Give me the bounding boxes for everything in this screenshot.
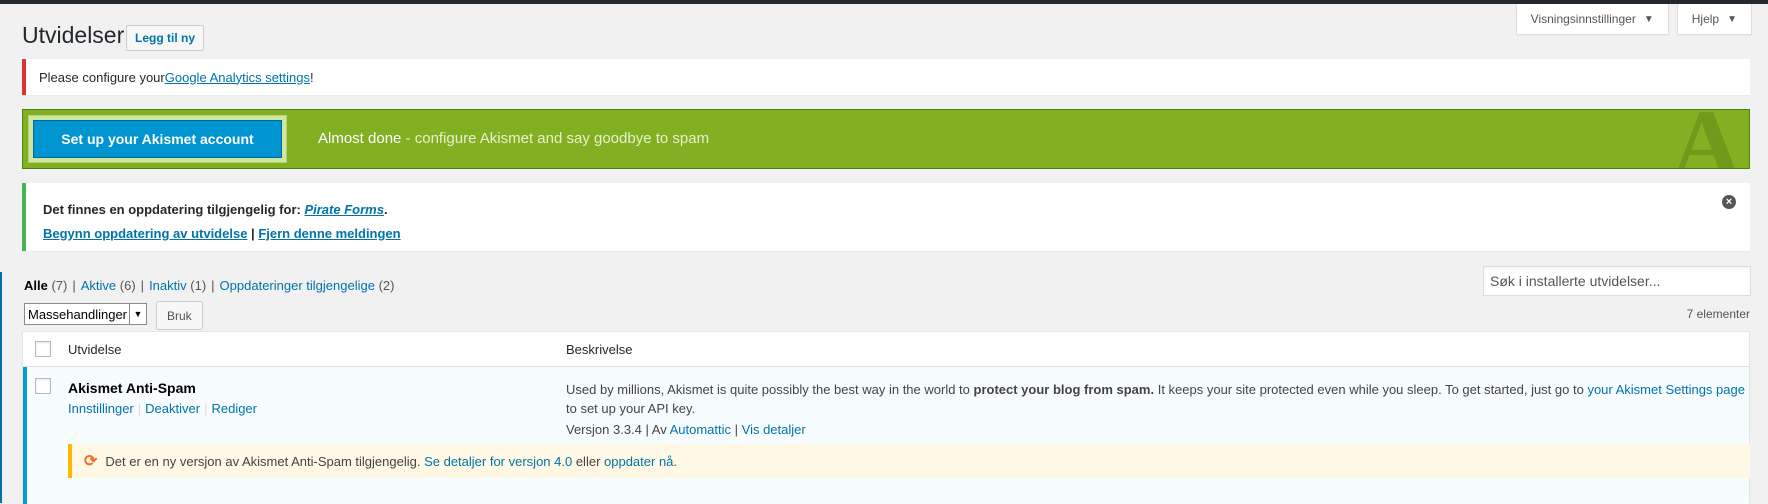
- filter-all[interactable]: Alle (7): [24, 278, 67, 293]
- akismet-settings-link[interactable]: your Akismet Settings page: [1587, 382, 1745, 397]
- edit-link[interactable]: Rediger: [211, 401, 257, 416]
- filter-inactive-count: (1): [190, 278, 207, 293]
- akismet-button-frame: Set up your Akismet account: [28, 115, 287, 163]
- view-details-link[interactable]: Vis detaljer: [742, 422, 806, 437]
- filter-inactive-label: Inaktiv: [149, 278, 187, 293]
- akismet-text-bold: Almost done: [318, 130, 402, 147]
- page-title: Utvidelser: [22, 22, 125, 48]
- update-text-1: Det er en ny versjon av Akismet Anti-Spa…: [105, 453, 421, 469]
- update-notice-text: Det finnes en oppdatering tilgjengelig f…: [43, 202, 388, 217]
- table-header: Utvidelse Beskrivelse: [23, 332, 1749, 367]
- plugin-description: Used by millions, Akismet is quite possi…: [566, 380, 1746, 418]
- select-all-checkbox[interactable]: [35, 341, 51, 357]
- caret-down-icon: ▼: [1643, 13, 1654, 25]
- apply-button[interactable]: Bruk: [156, 301, 203, 330]
- ga-notice-prefix: Please configure your: [39, 69, 165, 85]
- ga-settings-link[interactable]: Google Analytics settings: [165, 70, 310, 85]
- akismet-setup-button[interactable]: Set up your Akismet account: [33, 120, 282, 158]
- plugin-version: Versjon 3.3.4: [566, 422, 642, 437]
- help-button[interactable]: Hjelp ▼: [1676, 4, 1752, 35]
- filter-updates-label: Oppdateringer tilgjengelige: [219, 278, 375, 293]
- desc-bold: protect your blog from spam.: [973, 382, 1155, 397]
- begin-update-link[interactable]: Begynn oppdatering av utvidelse: [43, 226, 247, 241]
- add-new-button[interactable]: Legg til ny: [126, 25, 204, 51]
- ga-notice: Please configure your Google Analytics s…: [22, 59, 1750, 95]
- screen-meta: Visningsinnstillinger ▼ Hjelp ▼: [1515, 4, 1752, 35]
- caret-down-icon: ▼: [1727, 13, 1737, 25]
- akismet-text-rest: - configure Akismet and say goodbye to s…: [401, 130, 710, 147]
- update-notice-sep: |: [247, 226, 259, 241]
- action-separator: |: [204, 401, 208, 416]
- desc-text-2: It keeps your site protected even while …: [1154, 382, 1588, 397]
- desc-text-1: Used by millions, Akismet is quite possi…: [566, 382, 974, 397]
- dismiss-icon[interactable]: ×: [1722, 195, 1736, 209]
- filter-active[interactable]: Aktive (6): [81, 278, 136, 293]
- action-separator: |: [137, 401, 142, 416]
- plugin-actions: Innstillinger | Deaktiver | Rediger: [68, 401, 257, 416]
- ga-notice-suffix: !: [310, 69, 314, 85]
- meta-separator: |: [731, 422, 742, 437]
- screen-options-button[interactable]: Visningsinnstillinger ▼: [1515, 4, 1669, 35]
- update-notice: Det finnes en oppdatering tilgjengelig f…: [22, 183, 1750, 251]
- plugin-filters: Alle (7) | Aktive (6) | Inaktiv (1) | Oppdater…: [24, 278, 394, 293]
- filter-updates-count: (2): [378, 278, 395, 293]
- pirate-forms-link[interactable]: Pirate Forms: [304, 202, 383, 217]
- help-label: Hjelp: [1691, 12, 1720, 26]
- akismet-logo-icon: A: [1671, 109, 1741, 169]
- update-notice-prefix: Det finnes en oppdatering tilgjengelig f…: [43, 202, 305, 217]
- filter-updates[interactable]: Oppdateringer tilgjengelige (2): [220, 278, 395, 293]
- select-arrow-icon: ▼: [129, 304, 146, 324]
- plugin-by: | Av: [641, 422, 670, 437]
- filter-separator: |: [72, 278, 76, 293]
- author-link[interactable]: Automattic: [670, 422, 731, 437]
- column-description: Beskrivelse: [566, 342, 633, 357]
- filter-active-label: Aktive: [80, 278, 117, 293]
- update-now-link[interactable]: oppdater nå: [604, 454, 673, 469]
- update-notice-suffix: .: [383, 202, 388, 217]
- update-icon: ⟳: [84, 453, 98, 470]
- plugin-search-input[interactable]: Søk i installerte utvidelser...: [1483, 266, 1751, 296]
- column-plugin: Utvidelse: [68, 342, 122, 357]
- item-count: 7 elementer: [1686, 307, 1750, 321]
- akismet-text: Almost done - configure Akismet and say …: [318, 130, 709, 147]
- bulk-actions-value: Massehandlinger: [28, 306, 128, 322]
- filter-inactive[interactable]: Inaktiv (1): [149, 278, 206, 293]
- filter-all-label: Alle: [24, 278, 48, 293]
- screen-options-label: Visningsinnstillinger: [1530, 12, 1636, 26]
- update-text-2: eller: [572, 453, 605, 469]
- menu-edge: [0, 272, 2, 503]
- plugin-name: Akismet Anti-Spam: [68, 380, 196, 396]
- table-row: Akismet Anti-Spam Innstillinger | Deaktive…: [23, 367, 1750, 504]
- settings-link[interactable]: Innstillinger: [68, 401, 134, 416]
- filter-separator: |: [211, 278, 215, 293]
- deactivate-link[interactable]: Deaktiver: [145, 401, 200, 416]
- bulk-actions-select[interactable]: Massehandlinger ▼: [24, 303, 147, 325]
- update-text-3: .: [673, 453, 678, 469]
- update-notice-actions: Begynn oppdatering av utvidelse | Fjern …: [43, 226, 401, 241]
- filter-separator: |: [140, 278, 145, 293]
- akismet-banner: Set up your Akismet account Almost done …: [22, 109, 1750, 169]
- admin-bar: [0, 0, 1768, 4]
- plugin-update-message: ⟳ Det er en ny versjon av Akismet Anti-S…: [68, 444, 1750, 478]
- version-details-link[interactable]: Se detaljer for versjon 4.0: [424, 454, 572, 469]
- dismiss-notice-link[interactable]: Fjern denne meldingen: [258, 226, 400, 241]
- plugin-meta: Versjon 3.3.4 | Av Automattic | Vis deta…: [566, 422, 806, 437]
- row-checkbox[interactable]: [35, 378, 51, 394]
- filter-all-count: (7): [51, 278, 68, 293]
- desc-text-3: to set up your API key.: [566, 401, 696, 416]
- plugins-table: Utvidelse Beskrivelse Akismet Anti-Spam …: [22, 331, 1750, 504]
- filter-active-count: (6): [119, 278, 136, 293]
